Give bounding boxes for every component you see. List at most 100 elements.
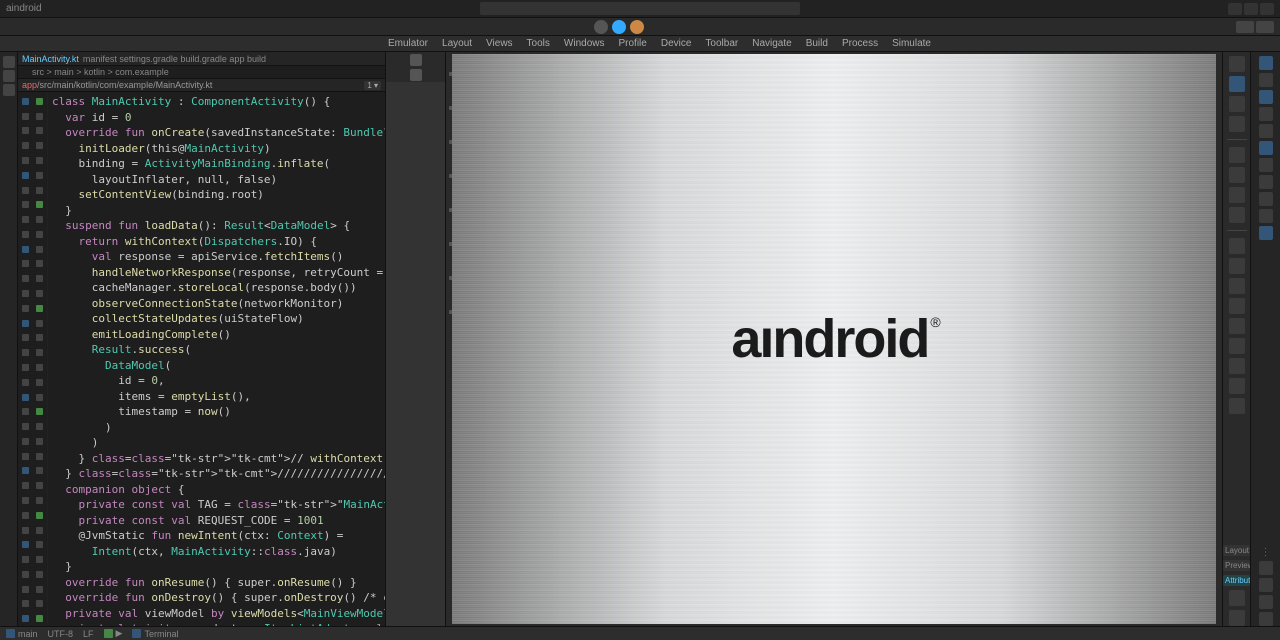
power-icon[interactable]: [1229, 298, 1245, 314]
app-inspection-icon[interactable]: [1259, 141, 1273, 155]
breakpoint-well[interactable]: [22, 157, 29, 164]
breakpoint-well[interactable]: [22, 482, 29, 489]
settings-icon[interactable]: [1229, 590, 1245, 606]
running-devices-icon[interactable]: [1259, 90, 1273, 104]
side-label-attributes[interactable]: Attributes: [1223, 575, 1250, 586]
bookmarks-tool-icon[interactable]: [3, 84, 15, 96]
menu-item[interactable]: Profile: [618, 38, 646, 49]
status-run[interactable]: ▶: [104, 628, 123, 639]
breakpoint-well[interactable]: [22, 438, 29, 445]
build-variants-icon[interactable]: [1259, 158, 1273, 172]
device-screen[interactable]: aındroid®: [452, 54, 1216, 624]
status-line-sep[interactable]: LF: [83, 629, 94, 639]
screenshot-icon[interactable]: [1229, 258, 1245, 274]
dock-icon[interactable]: [1259, 578, 1273, 592]
menu-item[interactable]: Navigate: [752, 38, 791, 49]
editor-tabs-rest[interactable]: manifest settings.gradle build.gradle ap…: [83, 54, 266, 64]
breakpoint-well[interactable]: [22, 98, 29, 105]
breakpoint-well[interactable]: [22, 394, 29, 401]
menu-item[interactable]: Simulate: [892, 38, 931, 49]
code-text[interactable]: class MainActivity : ComponentActivity()…: [48, 92, 385, 626]
breakpoint-well[interactable]: [22, 201, 29, 208]
breakpoint-well[interactable]: [22, 571, 29, 578]
menu-item[interactable]: Layout: [442, 38, 472, 49]
breakpoint-well[interactable]: [22, 275, 29, 282]
problems-icon[interactable]: [1259, 209, 1273, 223]
zoom-in-icon[interactable]: [1229, 147, 1245, 163]
options-icon[interactable]: [1259, 612, 1273, 626]
breakpoint-well[interactable]: [22, 615, 29, 622]
menu-item[interactable]: Build: [806, 38, 828, 49]
breakpoint-well[interactable]: [22, 349, 29, 356]
component-tree-icon[interactable]: [1229, 76, 1245, 92]
breakpoint-well[interactable]: [22, 172, 29, 179]
minimize-button[interactable]: [1228, 3, 1242, 15]
pan-icon[interactable]: [1229, 207, 1245, 223]
volume-icon[interactable]: [1229, 318, 1245, 334]
device-selector-icon[interactable]: [594, 20, 608, 34]
breakpoint-well[interactable]: [22, 334, 29, 341]
maximize-button[interactable]: [1244, 3, 1258, 15]
profiler-icon[interactable]: [1259, 124, 1273, 138]
breakpoint-well[interactable]: [22, 527, 29, 534]
menu-item[interactable]: Emulator: [388, 38, 428, 49]
menu-item[interactable]: Process: [842, 38, 878, 49]
breakpoint-well[interactable]: [22, 290, 29, 297]
breakpoint-well[interactable]: [22, 364, 29, 371]
problems-badge[interactable]: 1 ▾: [364, 81, 381, 90]
device-manager-icon[interactable]: [1259, 73, 1273, 87]
menu-item[interactable]: Toolbar: [705, 38, 738, 49]
breakpoint-well[interactable]: [22, 246, 29, 253]
help-icon[interactable]: [1229, 610, 1245, 626]
zoom-fit-icon[interactable]: [1229, 187, 1245, 203]
breakpoint-well[interactable]: [22, 586, 29, 593]
float-icon[interactable]: [1259, 595, 1273, 609]
emu-maximize-button[interactable]: [1256, 21, 1274, 33]
rotate-icon[interactable]: [1229, 238, 1245, 254]
palette-icon[interactable]: [1229, 56, 1245, 72]
breakpoint-well[interactable]: [22, 260, 29, 267]
breakpoint-well[interactable]: [22, 379, 29, 386]
breakpoint-well[interactable]: [22, 305, 29, 312]
menu-item[interactable]: Windows: [564, 38, 605, 49]
menu-item[interactable]: Device: [661, 38, 692, 49]
breakpoint-well[interactable]: [22, 113, 29, 120]
close-button[interactable]: [1260, 3, 1274, 15]
breakpoint-well[interactable]: [22, 467, 29, 474]
collapse-rail-icon[interactable]: [1259, 561, 1273, 575]
run-button[interactable]: [612, 20, 626, 34]
breakpoint-well[interactable]: [22, 127, 29, 134]
breakpoint-well[interactable]: [22, 453, 29, 460]
terminal-icon[interactable]: [1259, 226, 1273, 240]
logcat-icon[interactable]: [1259, 175, 1273, 189]
breakpoint-well[interactable]: [22, 556, 29, 563]
breakpoint-well[interactable]: [22, 142, 29, 149]
debug-button[interactable]: [630, 20, 644, 34]
preview-refresh-icon[interactable]: [410, 54, 422, 66]
breakpoint-well[interactable]: [22, 600, 29, 607]
overview-icon[interactable]: [1229, 378, 1245, 394]
status-branch[interactable]: main: [6, 629, 38, 639]
status-terminal[interactable]: Terminal: [132, 629, 178, 639]
breakpoint-well[interactable]: [22, 423, 29, 430]
menu-item[interactable]: Views: [486, 38, 513, 49]
breakpoint-well[interactable]: [22, 497, 29, 504]
breakpoint-well[interactable]: [22, 216, 29, 223]
gradle-tool-icon[interactable]: [1259, 56, 1273, 70]
more-tools-icon[interactable]: ⋮: [1261, 547, 1271, 558]
breakpoint-well[interactable]: [22, 408, 29, 415]
back-icon[interactable]: [1229, 338, 1245, 354]
home-icon[interactable]: [1229, 358, 1245, 374]
resource-manager-icon[interactable]: [1259, 107, 1273, 121]
breakpoint-well[interactable]: [22, 512, 29, 519]
side-label-layout[interactable]: Layout: [1223, 545, 1250, 556]
side-label-preview[interactable]: Preview: [1223, 560, 1250, 571]
more-icon[interactable]: [1229, 398, 1245, 414]
editor-tab-active[interactable]: MainActivity.kt: [22, 54, 79, 64]
breakpoint-well[interactable]: [22, 187, 29, 194]
layout-validation-icon[interactable]: [1229, 116, 1245, 132]
attributes-icon[interactable]: [1229, 96, 1245, 112]
breakpoint-well[interactable]: [22, 541, 29, 548]
emu-minimize-button[interactable]: [1236, 21, 1254, 33]
preview-settings-icon[interactable]: [410, 69, 422, 81]
